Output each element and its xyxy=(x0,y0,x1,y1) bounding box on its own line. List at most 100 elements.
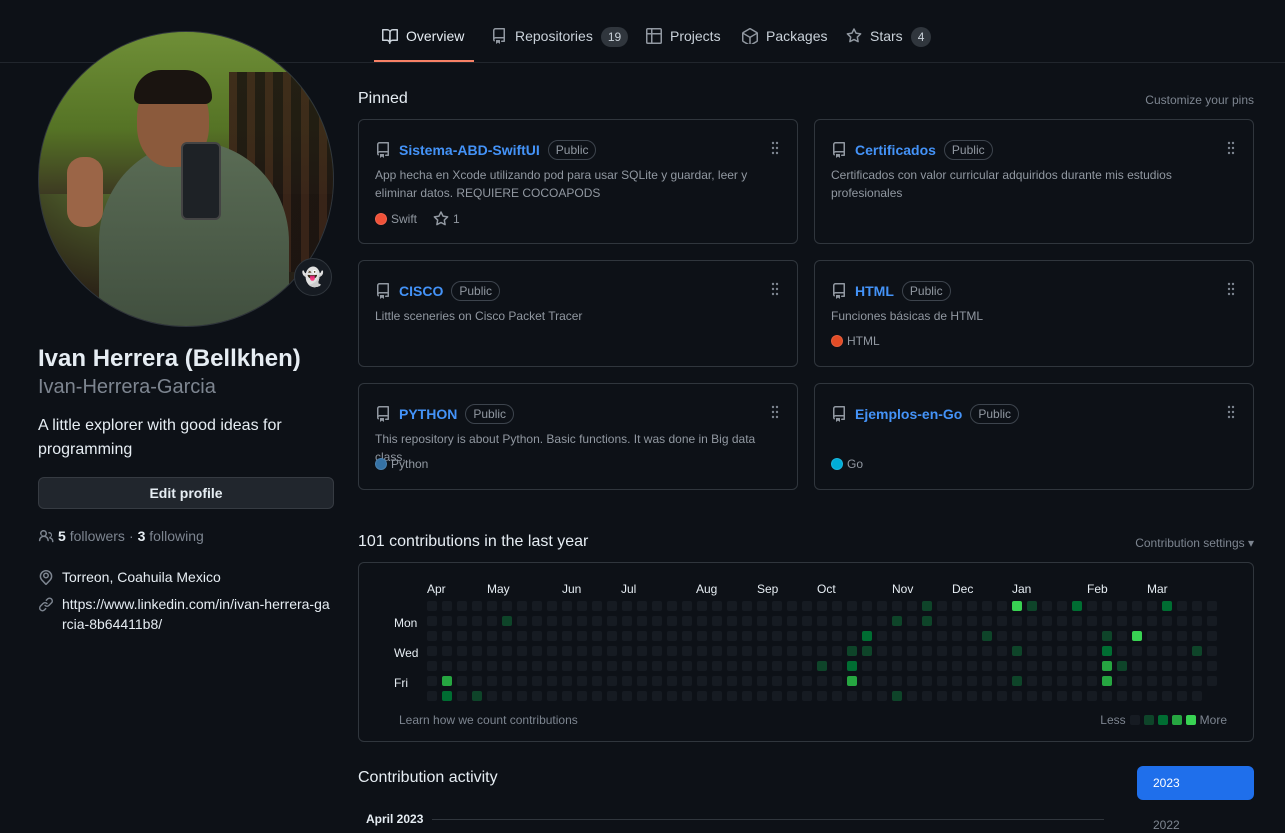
contribution-day-cell[interactable] xyxy=(487,616,497,626)
contribution-day-cell[interactable] xyxy=(742,616,752,626)
contribution-day-cell[interactable] xyxy=(1087,616,1097,626)
contribution-day-cell[interactable] xyxy=(592,646,602,656)
contribution-day-cell[interactable] xyxy=(892,631,902,641)
contribution-day-cell[interactable] xyxy=(907,676,917,686)
contribution-day-cell[interactable] xyxy=(1132,631,1142,641)
contribution-day-cell[interactable] xyxy=(487,646,497,656)
contribution-day-cell[interactable] xyxy=(742,601,752,611)
contribution-day-cell[interactable] xyxy=(1057,616,1067,626)
contribution-day-cell[interactable] xyxy=(862,691,872,701)
contribution-day-cell[interactable] xyxy=(502,676,512,686)
contribution-day-cell[interactable] xyxy=(457,646,467,656)
contribution-day-cell[interactable] xyxy=(787,676,797,686)
contribution-day-cell[interactable] xyxy=(622,631,632,641)
contribution-day-cell[interactable] xyxy=(457,661,467,671)
contribution-day-cell[interactable] xyxy=(622,691,632,701)
contribution-day-cell[interactable] xyxy=(1177,601,1187,611)
contribution-day-cell[interactable] xyxy=(652,601,662,611)
drag-handle-icon[interactable] xyxy=(1227,405,1235,419)
contribution-day-cell[interactable] xyxy=(607,616,617,626)
contribution-day-cell[interactable] xyxy=(652,631,662,641)
contribution-day-cell[interactable] xyxy=(757,631,767,641)
contribution-day-cell[interactable] xyxy=(937,646,947,656)
contribution-day-cell[interactable] xyxy=(1102,676,1112,686)
contribution-day-cell[interactable] xyxy=(1162,631,1172,641)
contribution-day-cell[interactable] xyxy=(547,661,557,671)
contribution-day-cell[interactable] xyxy=(442,631,452,641)
contribution-day-cell[interactable] xyxy=(517,661,527,671)
contribution-day-cell[interactable] xyxy=(577,646,587,656)
contribution-day-cell[interactable] xyxy=(862,601,872,611)
contribution-day-cell[interactable] xyxy=(847,661,857,671)
contribution-day-cell[interactable] xyxy=(1042,661,1052,671)
contribution-day-cell[interactable] xyxy=(967,631,977,641)
contribution-day-cell[interactable] xyxy=(937,616,947,626)
contribution-day-cell[interactable] xyxy=(982,601,992,611)
contribution-day-cell[interactable] xyxy=(1162,601,1172,611)
contribution-day-cell[interactable] xyxy=(772,646,782,656)
contribution-day-cell[interactable] xyxy=(1207,631,1217,641)
contribution-day-cell[interactable] xyxy=(547,631,557,641)
contribution-day-cell[interactable] xyxy=(682,661,692,671)
contribution-day-cell[interactable] xyxy=(1087,661,1097,671)
learn-contributions-link[interactable]: Learn how we count contributions xyxy=(399,713,578,727)
contribution-day-cell[interactable] xyxy=(757,616,767,626)
edit-profile-button[interactable]: Edit profile xyxy=(38,477,334,509)
contribution-day-cell[interactable] xyxy=(1207,661,1217,671)
contribution-day-cell[interactable] xyxy=(952,676,962,686)
contribution-day-cell[interactable] xyxy=(622,661,632,671)
contribution-day-cell[interactable] xyxy=(442,646,452,656)
contribution-day-cell[interactable] xyxy=(757,646,767,656)
contribution-day-cell[interactable] xyxy=(517,616,527,626)
contribution-day-cell[interactable] xyxy=(682,631,692,641)
contribution-day-cell[interactable] xyxy=(997,631,1007,641)
contribution-day-cell[interactable] xyxy=(1042,601,1052,611)
contribution-day-cell[interactable] xyxy=(1192,601,1202,611)
contribution-day-cell[interactable] xyxy=(892,661,902,671)
contribution-day-cell[interactable] xyxy=(1132,646,1142,656)
contribution-day-cell[interactable] xyxy=(1147,631,1157,641)
contribution-day-cell[interactable] xyxy=(802,676,812,686)
contribution-day-cell[interactable] xyxy=(682,601,692,611)
contribution-day-cell[interactable] xyxy=(802,631,812,641)
contribution-day-cell[interactable] xyxy=(1162,661,1172,671)
contribution-day-cell[interactable] xyxy=(697,691,707,701)
contribution-day-cell[interactable] xyxy=(727,601,737,611)
contribution-day-cell[interactable] xyxy=(982,631,992,641)
status-emoji-button[interactable]: 👻 xyxy=(294,258,332,296)
contribution-day-cell[interactable] xyxy=(877,676,887,686)
contribution-day-cell[interactable] xyxy=(907,661,917,671)
repo-name-link[interactable]: HTML xyxy=(855,283,894,299)
contribution-day-cell[interactable] xyxy=(517,676,527,686)
contribution-day-cell[interactable] xyxy=(1147,601,1157,611)
contribution-day-cell[interactable] xyxy=(727,631,737,641)
contribution-day-cell[interactable] xyxy=(1192,661,1202,671)
contribution-day-cell[interactable] xyxy=(472,601,482,611)
contribution-day-cell[interactable] xyxy=(1012,616,1022,626)
contribution-day-cell[interactable] xyxy=(952,691,962,701)
contribution-day-cell[interactable] xyxy=(472,691,482,701)
contribution-day-cell[interactable] xyxy=(562,616,572,626)
contribution-day-cell[interactable] xyxy=(562,646,572,656)
contribution-day-cell[interactable] xyxy=(532,661,542,671)
contribution-day-cell[interactable] xyxy=(1057,676,1067,686)
contribution-day-cell[interactable] xyxy=(1192,631,1202,641)
contribution-day-cell[interactable] xyxy=(832,676,842,686)
contribution-day-cell[interactable] xyxy=(832,601,842,611)
contribution-day-cell[interactable] xyxy=(1087,601,1097,611)
contribution-day-cell[interactable] xyxy=(577,661,587,671)
contribution-day-cell[interactable] xyxy=(712,661,722,671)
contribution-day-cell[interactable] xyxy=(1072,646,1082,656)
contribution-day-cell[interactable] xyxy=(1117,601,1127,611)
customize-pins-link[interactable]: Customize your pins xyxy=(1145,93,1254,107)
contribution-day-cell[interactable] xyxy=(517,601,527,611)
contribution-day-cell[interactable] xyxy=(442,676,452,686)
contribution-day-cell[interactable] xyxy=(1027,631,1037,641)
contribution-day-cell[interactable] xyxy=(667,661,677,671)
contribution-day-cell[interactable] xyxy=(952,646,962,656)
contribution-day-cell[interactable] xyxy=(1012,601,1022,611)
repo-name-link[interactable]: Certificados xyxy=(855,142,936,158)
contribution-day-cell[interactable] xyxy=(1177,631,1187,641)
contribution-day-cell[interactable] xyxy=(532,601,542,611)
contribution-day-cell[interactable] xyxy=(757,661,767,671)
